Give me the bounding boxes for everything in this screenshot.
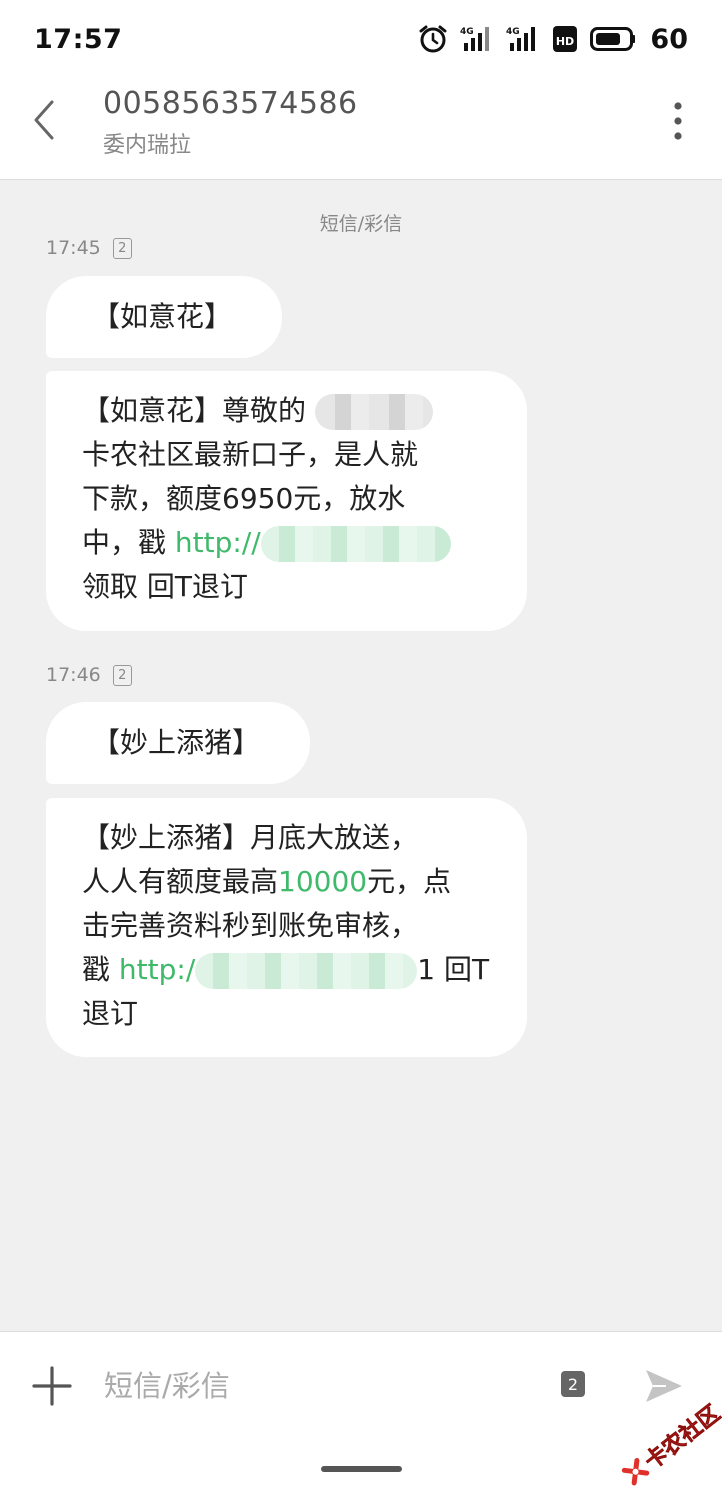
message-line: 戳 http:/ 1 回T — [82, 948, 501, 992]
redacted-name — [314, 394, 433, 430]
status-bar: 17:57 4G 4G HD 60 — [0, 0, 722, 78]
timestamp-row: 17:45 2 — [46, 237, 132, 259]
message-bubble[interactable]: 【妙上添猪】 — [46, 702, 311, 784]
send-button[interactable] — [644, 1366, 684, 1406]
redacted-link — [260, 526, 451, 562]
message-link[interactable]: http:// — [175, 526, 261, 559]
back-button[interactable] — [26, 98, 66, 142]
message-line: 领取 回T退订 — [82, 570, 249, 603]
watermark: 卡农社区 — [616, 1396, 722, 1491]
message-text: 1 回T — [417, 953, 490, 986]
message-text: 中，戳 — [82, 526, 175, 559]
status-icons: 4G 4G HD 60 — [418, 24, 688, 55]
message-bubble[interactable]: 【妙上添猪】月底大放送， 人人有额度最高10000元，点 击完善资料秒到账免审核… — [46, 798, 527, 1057]
watermark-text: 卡农社区 — [640, 1401, 722, 1475]
chevron-left-icon — [34, 100, 54, 140]
signal-4g-icon: 4G — [460, 25, 494, 53]
contact-number: 0058563574586 — [103, 86, 358, 121]
message-line: 中，戳 http:// — [82, 521, 501, 565]
sim-card-icon: 2 — [112, 237, 132, 259]
alarm-icon — [418, 24, 448, 54]
conversation-header: 0058563574586 委内瑞拉 — [0, 78, 722, 180]
message-input[interactable] — [104, 1362, 534, 1410]
hd-icon: HD — [552, 25, 578, 53]
home-indicator[interactable] — [321, 1466, 402, 1472]
timestamp-row: 17:46 2 — [46, 664, 132, 686]
message-text: 人人有额度最高 — [82, 865, 279, 898]
redacted-link — [195, 953, 418, 989]
compose-bar: 2 卡农社区 — [0, 1331, 722, 1500]
network-label-2: 4G — [506, 27, 520, 37]
message-text: 【妙上添猪】 — [92, 726, 261, 759]
attach-button[interactable] — [32, 1366, 72, 1406]
battery-icon — [590, 27, 636, 51]
network-label-1: 4G — [460, 27, 474, 37]
signal-4g-icon-2: 4G — [506, 25, 540, 53]
message-line: 退订 — [82, 997, 139, 1030]
message-text: 【如意花】尊敬的 — [82, 394, 307, 427]
message-text: 戳 — [82, 953, 119, 986]
sim-select-button[interactable]: 2 — [561, 1371, 585, 1397]
message-link[interactable]: http:/ — [119, 953, 195, 986]
message-line: 下款，额度6950元，放水 — [82, 482, 406, 515]
message-line: 卡农社区最新口子，是人就 — [82, 438, 419, 471]
contact-location: 委内瑞拉 — [103, 133, 192, 158]
highlighted-amount[interactable]: 10000 — [278, 865, 367, 898]
message-text: 元，点 — [367, 865, 452, 898]
message-line: 【如意花】尊敬的 — [82, 389, 501, 433]
hd-label: HD — [556, 35, 574, 48]
message-bubble[interactable]: 【如意花】尊敬的 卡农社区最新口子，是人就 下款，额度6950元，放水 中，戳 … — [46, 371, 527, 631]
message-line: 击完善资料秒到账免审核， — [82, 909, 419, 942]
battery-level: 60 — [650, 23, 688, 55]
message-type-label: 短信/彩信 — [319, 213, 403, 235]
more-vertical-icon — [674, 102, 682, 140]
sim-card-icon: 2 — [112, 664, 132, 686]
more-options-button[interactable] — [664, 100, 692, 142]
message-line: 人人有额度最高10000元，点 — [82, 860, 501, 904]
message-bubble[interactable]: 【如意花】 — [46, 276, 283, 358]
status-time: 17:57 — [34, 23, 123, 55]
message-thread: 短信/彩信 17:45 2 【如意花】 【如意花】尊敬的 卡农社区最新口子，是人… — [0, 181, 722, 1331]
message-time: 17:46 — [46, 664, 101, 686]
message-line: 【妙上添猪】月底大放送， — [82, 821, 419, 854]
send-icon — [646, 1370, 682, 1402]
plus-icon — [32, 1366, 72, 1406]
message-text: 【如意花】 — [92, 300, 233, 333]
message-time: 17:45 — [46, 237, 101, 259]
